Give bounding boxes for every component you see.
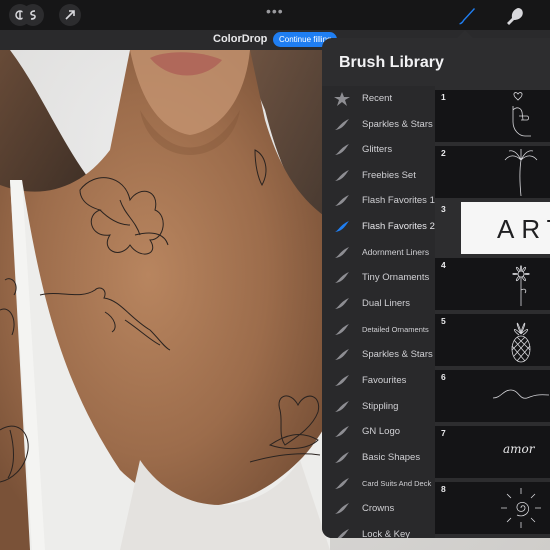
- palm-tree-icon: [504, 149, 538, 197]
- brush-set-item[interactable]: Recent: [322, 86, 435, 112]
- brush-set-item[interactable]: GN Logo: [322, 419, 435, 445]
- brush-list[interactable]: 1 2 ART 3: [435, 88, 550, 538]
- brush-item[interactable]: 4: [435, 256, 550, 310]
- brush-preview-art-text: ART: [461, 202, 550, 254]
- star-icon: [334, 92, 350, 106]
- brush-preview-amor-script: amor: [435, 426, 550, 478]
- brush-sets-list[interactable]: Recent Sparkles & Stars Glitters Freebie…: [322, 86, 435, 538]
- brush-number: 3: [441, 204, 446, 214]
- popover-pointer: [457, 30, 473, 38]
- brush-set-icon: [335, 375, 349, 386]
- top-toolbar: •••: [0, 0, 550, 30]
- brush-number: 7: [441, 428, 446, 438]
- sun-spiral-icon: [501, 488, 541, 528]
- brush-number: 1: [441, 92, 446, 102]
- brush-set-icon: [335, 478, 349, 489]
- brush-number: 5: [441, 316, 446, 326]
- brush-preview-text: amor: [503, 442, 535, 456]
- brush-preview-pineapple: [435, 314, 550, 366]
- brush-number: 6: [441, 372, 446, 382]
- brush-set-item[interactable]: Basic Shapes: [322, 445, 435, 471]
- brush-set-item[interactable]: Favourites: [322, 368, 435, 394]
- brush-set-item[interactable]: Flash Favorites 1: [322, 188, 435, 214]
- brush-set-item[interactable]: Sparkles & Stars: [322, 112, 435, 138]
- brush-set-item[interactable]: Card Suits And Deck: [322, 471, 435, 497]
- brush-preview-palm-tree: [435, 146, 550, 198]
- brush-set-icon: [335, 247, 349, 258]
- brush-set-icon: [335, 503, 349, 514]
- brush-set-item[interactable]: Detailed Ornaments: [322, 317, 435, 343]
- brush-set-icon: [335, 221, 349, 232]
- more-options-icon[interactable]: •••: [266, 3, 284, 19]
- brush-set-icon: [335, 426, 349, 437]
- brush-set-item[interactable]: Sparkles & Stars: [322, 342, 435, 368]
- brush-set-icon: [335, 324, 349, 335]
- flower-icon: [512, 265, 530, 306]
- brush-set-item[interactable]: Glitters: [322, 137, 435, 163]
- brush-set-icon: [335, 119, 349, 130]
- brush-set-icon: [335, 452, 349, 463]
- brush-set-icon: [335, 272, 349, 283]
- brush-preview-text: ART: [497, 214, 550, 244]
- brush-set-item[interactable]: Freebies Set: [322, 163, 435, 189]
- brush-library-panel: Brush Library Recent Sparkles & Stars Gl…: [322, 38, 550, 538]
- brush-item[interactable]: amor 7: [435, 424, 550, 478]
- transform-icon[interactable]: [59, 4, 81, 26]
- brush-set-item[interactable]: Tiny Ornaments: [322, 265, 435, 291]
- brush-set-item[interactable]: Stippling: [322, 394, 435, 420]
- brush-number: 4: [441, 260, 446, 270]
- brush-item[interactable]: 2: [435, 144, 550, 198]
- brush-set-icon: [335, 170, 349, 181]
- brush-set-item-active[interactable]: Flash Favorites 2: [322, 214, 435, 240]
- brush-library-title: Brush Library: [339, 54, 444, 71]
- brush-set-icon: [335, 349, 349, 360]
- hand-heart-icon: [512, 92, 531, 137]
- brush-set-item[interactable]: Adornment Liners: [322, 240, 435, 266]
- brush-set-icon: [335, 144, 349, 155]
- brush-preview-flower: [435, 258, 550, 310]
- brush-number: 8: [441, 484, 446, 494]
- brush-set-item[interactable]: Lock & Key: [322, 522, 435, 538]
- wave-icon: [492, 389, 550, 399]
- brush-set-icon: [335, 195, 349, 206]
- brush-preview-sun-spiral: [435, 482, 550, 534]
- brush-set-icon: [335, 298, 349, 309]
- selection-icon[interactable]: [22, 4, 44, 26]
- brush-set-item[interactable]: Dual Liners: [322, 291, 435, 317]
- brush-item[interactable]: 5: [435, 312, 550, 366]
- brush-set-icon: [335, 401, 349, 412]
- brush-set-icon: [337, 529, 349, 538]
- colordrop-title: ColorDrop: [213, 33, 268, 45]
- brush-preview-wave: [435, 370, 550, 422]
- brush-item-selected[interactable]: ART 3: [435, 200, 550, 254]
- brush-item[interactable]: 1: [435, 88, 550, 142]
- brush-icon[interactable]: [455, 4, 479, 28]
- brush-item[interactable]: 6: [435, 368, 550, 422]
- smudge-icon[interactable]: [503, 4, 527, 28]
- pineapple-icon: [511, 322, 531, 363]
- brush-item[interactable]: 8: [435, 480, 550, 534]
- brush-set-item[interactable]: Crowns: [322, 496, 435, 522]
- brush-number: 2: [441, 148, 446, 158]
- brush-preview-hand-heart: [435, 90, 550, 142]
